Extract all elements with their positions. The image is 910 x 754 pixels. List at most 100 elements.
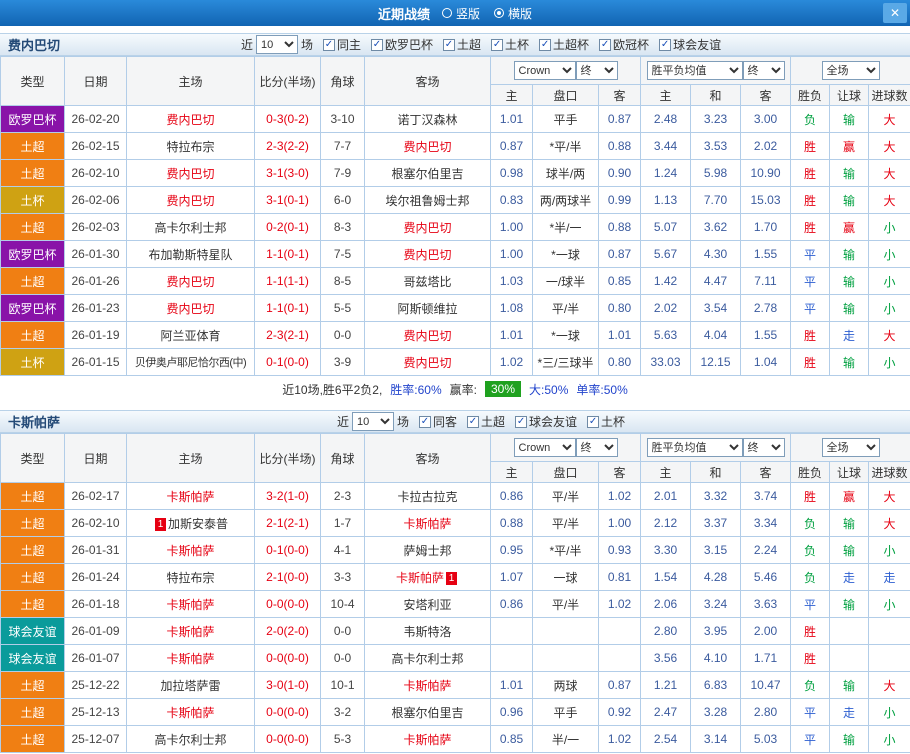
eu-draw-odds: 3.15 xyxy=(690,536,741,564)
handicap-result-cell: 走 xyxy=(829,563,870,591)
asia-line: *平/半 xyxy=(532,132,599,160)
home-team[interactable]: 费内巴切 xyxy=(166,113,214,127)
games-count-select[interactable]: 10 xyxy=(255,35,298,54)
table-row: 土超 26-01-24 特拉布宗 2-1(0-0) 3-3 卡斯帕萨 1 1.07 一球 0.81… xyxy=(0,563,910,591)
header-type: 类型 xyxy=(0,433,65,483)
close-button[interactable]: ✕ xyxy=(883,3,907,23)
asia-away-odds: 0.88 xyxy=(598,132,641,160)
company-select[interactable]: Crown xyxy=(513,61,576,80)
away-team[interactable]: 卡拉古拉克 xyxy=(397,490,457,504)
home-team[interactable]: 卡斯帕萨 xyxy=(166,598,214,612)
away-team[interactable]: 阿斯顿维拉 xyxy=(397,302,457,316)
company-select[interactable]: Crown xyxy=(513,438,576,457)
header-asia-home: 主 xyxy=(490,461,533,483)
away-team[interactable]: 埃尔祖鲁姆士邦 xyxy=(385,194,469,208)
home-team[interactable]: 卡斯帕萨 xyxy=(166,706,214,720)
metric-select[interactable]: 胜平负均值 xyxy=(646,61,743,80)
filter-checkbox-欧冠杯[interactable]: ✓ 欧冠杯 xyxy=(599,36,649,53)
asia-line: *一球 xyxy=(532,321,599,349)
asia-home-odds: 1.00 xyxy=(490,213,533,241)
section-header: 卡斯帕萨近 10 场 ✓ 同客 ✓ 土超 ✓ 球会友谊 ✓ 土杯 xyxy=(0,410,910,433)
home-team[interactable]: 卡斯帕萨 xyxy=(166,652,214,666)
filter-checkbox-同客[interactable]: ✓ 同客 xyxy=(418,413,457,430)
away-team[interactable]: 高卡尔利士邦 xyxy=(391,652,463,666)
away-team[interactable]: 费内巴切 xyxy=(403,356,451,370)
away-team[interactable]: 哥兹塔比 xyxy=(403,275,451,289)
filter-checkbox-球会友谊[interactable]: ✓ 球会友谊 xyxy=(659,36,721,53)
filter-checkbox-球会友谊[interactable]: ✓ 球会友谊 xyxy=(515,413,577,430)
scope-select[interactable]: 全场 xyxy=(821,438,880,457)
home-team[interactable]: 阿兰亚体育 xyxy=(160,329,220,343)
home-team[interactable]: 特拉布宗 xyxy=(166,571,214,585)
company-stage-select[interactable]: 终 xyxy=(575,61,618,80)
away-team[interactable]: 根塞尔伯里吉 xyxy=(391,167,463,181)
metric-stage-select[interactable]: 终 xyxy=(742,438,785,457)
league-badge: 土超 xyxy=(0,590,65,618)
layout-radio-1[interactable]: 竖版 xyxy=(441,5,480,22)
match-score: 1-1(1-1) xyxy=(254,267,321,295)
away-team[interactable]: 费内巴切 xyxy=(403,140,451,154)
away-team[interactable]: 费内巴切 xyxy=(403,221,451,235)
corner-score: 1-7 xyxy=(320,509,365,537)
home-team[interactable]: 加拉塔萨雷 xyxy=(160,679,220,693)
eu-home-odds: 1.21 xyxy=(640,671,691,699)
home-team[interactable]: 卡斯帕萨 xyxy=(166,490,214,504)
home-team[interactable]: 费内巴切 xyxy=(166,194,214,208)
away-team[interactable]: 萨姆士邦 xyxy=(403,544,451,558)
home-team[interactable]: 费内巴切 xyxy=(166,167,214,181)
match-score: 2-1(0-0) xyxy=(254,563,321,591)
filter-checkbox-土超[interactable]: ✓ 土超 xyxy=(443,36,481,53)
home-team[interactable]: 卡斯帕萨 xyxy=(166,544,214,558)
away-team-cell: 卡拉古拉克 xyxy=(364,482,491,510)
company-stage-select[interactable]: 终 xyxy=(575,438,618,457)
eu-away-odds: 2.02 xyxy=(739,132,792,160)
eu-away-odds: 5.03 xyxy=(739,725,792,753)
asia-home-odds: 0.86 xyxy=(490,482,533,510)
filter-checkbox-土超[interactable]: ✓ 土超 xyxy=(467,413,505,430)
games-count-select[interactable]: 10 xyxy=(351,412,394,431)
away-team[interactable]: 卡斯帕萨 xyxy=(403,517,451,531)
corner-score: 3-10 xyxy=(320,105,365,133)
header-result: 胜负 xyxy=(790,461,831,483)
home-team[interactable]: 卡斯帕萨 xyxy=(166,625,214,639)
away-team[interactable]: 诺丁汉森林 xyxy=(397,113,457,127)
home-team[interactable]: 特拉布宗 xyxy=(166,140,214,154)
eu-draw-odds: 7.70 xyxy=(690,186,741,214)
eu-home-odds: 2.80 xyxy=(640,617,691,645)
home-team[interactable]: 费内巴切 xyxy=(166,302,214,316)
match-score: 0-0(0-0) xyxy=(254,698,321,726)
away-team[interactable]: 安塔利亚 xyxy=(403,598,451,612)
checkbox-icon: ✓ xyxy=(539,38,552,51)
result-cell: 胜 xyxy=(790,644,831,672)
eu-draw-odds: 6.83 xyxy=(690,671,741,699)
home-team[interactable]: 加斯安泰普 xyxy=(168,517,228,531)
asia-home-odds: 0.96 xyxy=(490,698,533,726)
filter-checkbox-土超杯[interactable]: ✓ 土超杯 xyxy=(539,36,589,53)
away-team-cell: 费内巴切 xyxy=(364,321,491,349)
home-team[interactable]: 高卡尔利士邦 xyxy=(154,221,226,235)
checkbox-icon: ✓ xyxy=(443,38,455,51)
metric-stage-select[interactable]: 终 xyxy=(742,61,785,80)
away-team[interactable]: 根塞尔伯里吉 xyxy=(391,706,463,720)
filter-checkbox-欧罗巴杯[interactable]: ✓ 欧罗巴杯 xyxy=(370,36,433,53)
away-team[interactable]: 卡斯帕萨 xyxy=(403,679,451,693)
layout-radio-2[interactable]: 横版 xyxy=(494,5,532,22)
asia-away-odds: 0.93 xyxy=(598,536,641,564)
home-team[interactable]: 布加勒斯特星队 xyxy=(148,248,232,262)
home-team[interactable]: 贝伊奥卢耶尼恰尔西(中) xyxy=(135,357,247,369)
filter-checkbox-土杯[interactable]: ✓ 土杯 xyxy=(491,36,529,53)
scope-select[interactable]: 全场 xyxy=(821,61,880,80)
away-team[interactable]: 卡斯帕萨 xyxy=(396,571,444,585)
filter-checkbox-土杯[interactable]: ✓ 土杯 xyxy=(587,413,625,430)
away-team[interactable]: 费内巴切 xyxy=(403,329,451,343)
league-badge: 土超 xyxy=(0,725,65,753)
asia-away-odds xyxy=(598,617,641,645)
home-team[interactable]: 费内巴切 xyxy=(166,275,214,289)
away-team[interactable]: 韦斯特洛 xyxy=(403,625,451,639)
home-team[interactable]: 高卡尔利士邦 xyxy=(154,733,226,747)
handicap-result-cell: 输 xyxy=(829,240,870,268)
away-team[interactable]: 卡斯帕萨 xyxy=(403,733,451,747)
filter-checkbox-同主[interactable]: ✓ 同主 xyxy=(322,36,361,53)
away-team[interactable]: 费内巴切 xyxy=(403,248,451,262)
metric-select[interactable]: 胜平负均值 xyxy=(646,438,743,457)
